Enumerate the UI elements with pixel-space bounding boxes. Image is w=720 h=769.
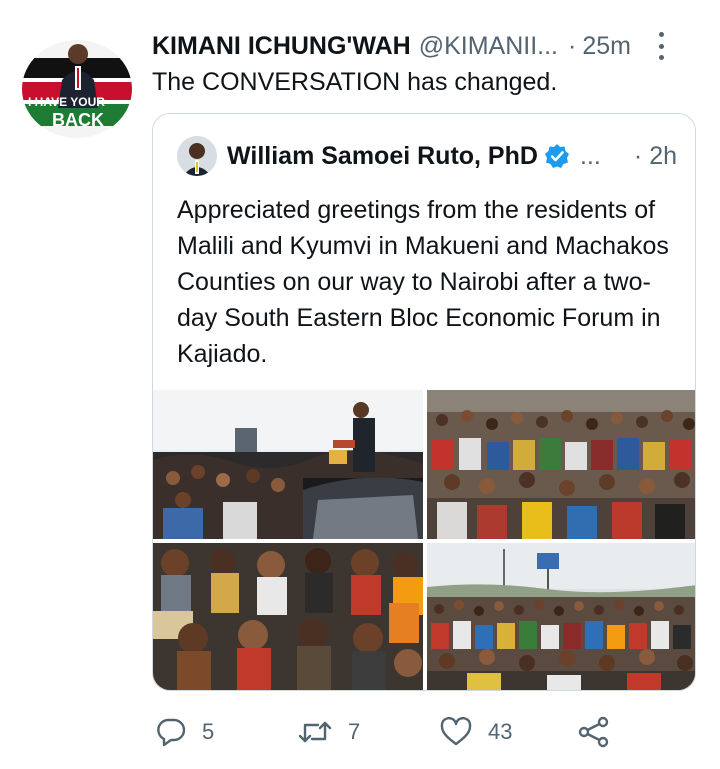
retweet-button[interactable]: 7 (298, 710, 360, 754)
reply-count: 5 (202, 719, 215, 744)
like-button[interactable]: 43 (440, 710, 512, 754)
author-avatar[interactable]: I HAVE YOUR BACK (22, 40, 132, 138)
share-button[interactable] (578, 710, 626, 754)
tweet-header: KIMANI ICHUNG'WAH @KIMANII... · 25m (152, 28, 700, 64)
photo-grid (153, 390, 695, 690)
tweet-text: The CONVERSATION has changed. (152, 68, 558, 96)
quoted-header: William Samoei Ruto, PhD ... · 2h (177, 136, 677, 176)
quoted-time: 2h (649, 141, 677, 170)
reply-button[interactable]: 5 (156, 710, 214, 754)
more-options-icon[interactable] (656, 32, 666, 60)
tweet-actions: 5 7 43 (152, 710, 692, 754)
quoted-handle-ellipsis: ... (579, 141, 601, 170)
like-icon (440, 717, 472, 746)
share-icon (578, 716, 609, 748)
verified-badge-icon (544, 144, 569, 168)
quoted-text: Appreciated greetings from the residents… (177, 196, 669, 368)
crowd-photo-3[interactable] (153, 543, 423, 690)
quoted-author-name[interactable]: William Samoei Ruto, PhD (227, 142, 538, 171)
quoted-tweet[interactable]: William Samoei Ruto, PhD ... · 2h Apprec… (152, 113, 696, 691)
like-count: 43 (488, 719, 513, 744)
author-name[interactable]: KIMANI ICHUNG'WAH (152, 32, 411, 61)
crowd-photo-1[interactable] (153, 390, 423, 539)
quoted-author-avatar[interactable] (177, 136, 217, 176)
avatar-text-bottom: BACK (52, 110, 104, 130)
quoted-separator: · (633, 141, 643, 170)
author-handle[interactable]: @KIMANII... (419, 32, 558, 61)
retweet-count: 7 (348, 719, 361, 744)
retweet-icon (298, 721, 332, 743)
quoted-timestamp[interactable]: · 2h (634, 142, 677, 171)
avatar-text-top: I HAVE YOUR (28, 95, 105, 109)
crowd-photo-2[interactable] (427, 390, 695, 539)
tweet-timestamp[interactable]: 25m (582, 32, 631, 61)
reply-icon (157, 718, 186, 747)
crowd-photo-4[interactable] (427, 543, 695, 690)
header-separator: · (568, 31, 577, 60)
